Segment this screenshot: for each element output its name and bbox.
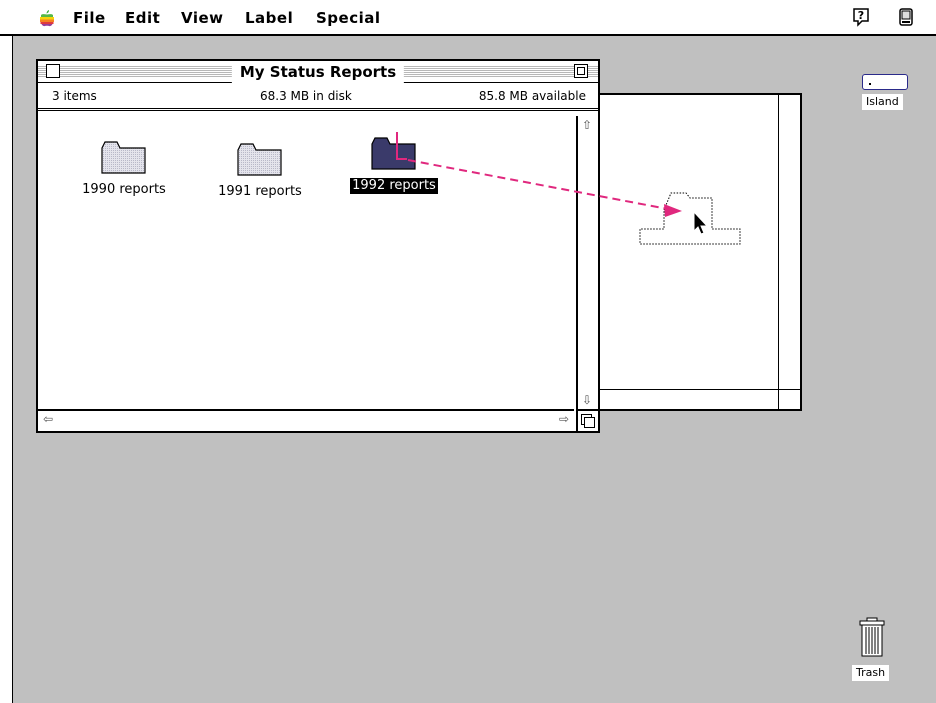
disk-label[interactable]: Island [862,94,903,110]
drag-arrowhead-icon [664,204,682,217]
trash-icon-group[interactable]: Trash [850,617,898,687]
disk-icon-island[interactable]: Island [862,74,912,112]
hard-disk-icon [862,74,908,90]
drag-start-marker [396,132,407,160]
cursor-arrow-icon [693,210,709,235]
trash-label[interactable]: Trash [852,665,890,681]
drag-path-line [407,159,669,210]
drag-outline-folder [639,192,741,245]
drag-overlay [396,132,741,245]
trash-can-icon [859,617,885,657]
